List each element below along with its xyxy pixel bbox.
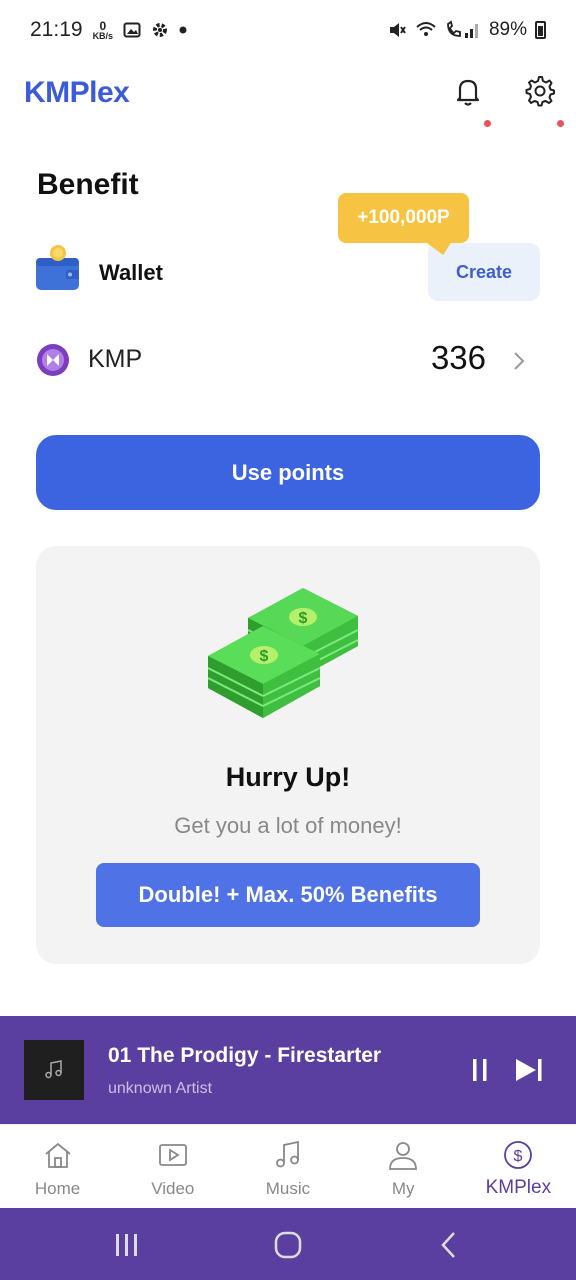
mini-player[interactable]: 01 The Prodigy - Firestarter unknown Art… bbox=[0, 1016, 576, 1124]
bell-badge bbox=[484, 120, 491, 127]
nav-music[interactable]: Music bbox=[230, 1125, 345, 1209]
nav-music-label: Music bbox=[265, 1179, 311, 1198]
home-system-icon[interactable] bbox=[273, 1230, 303, 1260]
nav-kmplex[interactable]: $ KMPlex bbox=[461, 1125, 576, 1209]
pause-icon[interactable] bbox=[470, 1057, 490, 1083]
skip-next-icon[interactable] bbox=[514, 1057, 544, 1083]
gear-icon[interactable] bbox=[523, 74, 557, 108]
home-icon bbox=[45, 1142, 71, 1168]
dollar-icon: $ bbox=[504, 1141, 533, 1169]
status-right: 89% bbox=[387, 19, 546, 41]
wallet-icon bbox=[36, 245, 79, 290]
mute-icon bbox=[389, 23, 406, 37]
call-signal-icon bbox=[447, 20, 478, 38]
kmp-value: 336 bbox=[430, 339, 486, 376]
status-time: 21:19 bbox=[30, 18, 83, 41]
wallet-label: Wallet bbox=[99, 260, 163, 285]
bell-icon[interactable] bbox=[451, 74, 485, 108]
benefit-title: Benefit bbox=[37, 168, 139, 201]
wallet-row: Wallet Create bbox=[36, 240, 540, 304]
settings-badge bbox=[557, 120, 564, 127]
battery-icon bbox=[535, 21, 546, 39]
svg-text:$: $ bbox=[260, 648, 269, 665]
nav-home-label: Home bbox=[34, 1179, 81, 1198]
app-header: KMPlex bbox=[0, 60, 576, 127]
notification-dot-icon bbox=[179, 26, 187, 34]
nav-home[interactable]: Home bbox=[0, 1125, 115, 1209]
use-points-button[interactable]: Use points bbox=[36, 435, 540, 510]
chevron-right-icon bbox=[514, 352, 525, 370]
kmp-icon bbox=[37, 344, 69, 376]
svg-text:$: $ bbox=[299, 610, 308, 627]
battery-percent: 89% bbox=[488, 19, 527, 40]
nav-my-label: My bbox=[391, 1179, 415, 1198]
track-artist: unknown Artist bbox=[108, 1080, 213, 1097]
status-bar: 21:19 0 KB/s 89% bbox=[0, 0, 576, 60]
bonus-tooltip: +100,000P bbox=[338, 193, 469, 243]
album-art[interactable] bbox=[24, 1040, 84, 1100]
wifi-icon bbox=[416, 22, 436, 36]
network-speed-unit: KB/s bbox=[92, 30, 114, 41]
promo-card: $ $ Hurry Up! Get you a lot of money! Do… bbox=[36, 546, 540, 964]
nav-my[interactable]: My bbox=[346, 1125, 461, 1209]
kmp-label: KMP bbox=[88, 345, 143, 373]
svg-text:$: $ bbox=[514, 1148, 523, 1165]
user-icon bbox=[389, 1142, 418, 1170]
double-benefits-button[interactable]: Double! + Max. 50% Benefits bbox=[96, 863, 480, 927]
music-note-icon bbox=[45, 1060, 62, 1079]
money-stack-icon: $ $ bbox=[208, 588, 359, 718]
network-speed: 0 KB/s bbox=[93, 20, 114, 41]
status-left: 21:19 0 KB/s bbox=[30, 18, 187, 42]
nav-video[interactable]: Video bbox=[115, 1125, 230, 1209]
app-logo: KMPlex bbox=[24, 76, 130, 109]
gallery-icon bbox=[123, 22, 141, 38]
track-title: 01 The Prodigy - Firestarter bbox=[108, 1044, 382, 1067]
recent-apps-icon[interactable] bbox=[112, 1230, 142, 1260]
video-icon bbox=[158, 1144, 187, 1166]
back-icon[interactable] bbox=[434, 1230, 464, 1260]
promo-subtitle: Get you a lot of money! bbox=[174, 813, 402, 838]
kmp-balance-row[interactable]: KMP 336 bbox=[36, 330, 540, 390]
bottom-nav: Home Video Music My $ KMPlex bbox=[0, 1124, 576, 1208]
settings-status-icon bbox=[153, 23, 168, 37]
network-speed-value: 0 bbox=[99, 18, 107, 33]
promo-title: Hurry Up! bbox=[225, 762, 351, 792]
system-nav-bar bbox=[0, 1208, 576, 1280]
nav-kmplex-label: KMPlex bbox=[485, 1177, 552, 1198]
nav-video-label: Video bbox=[151, 1179, 195, 1198]
music-icon bbox=[276, 1140, 299, 1168]
